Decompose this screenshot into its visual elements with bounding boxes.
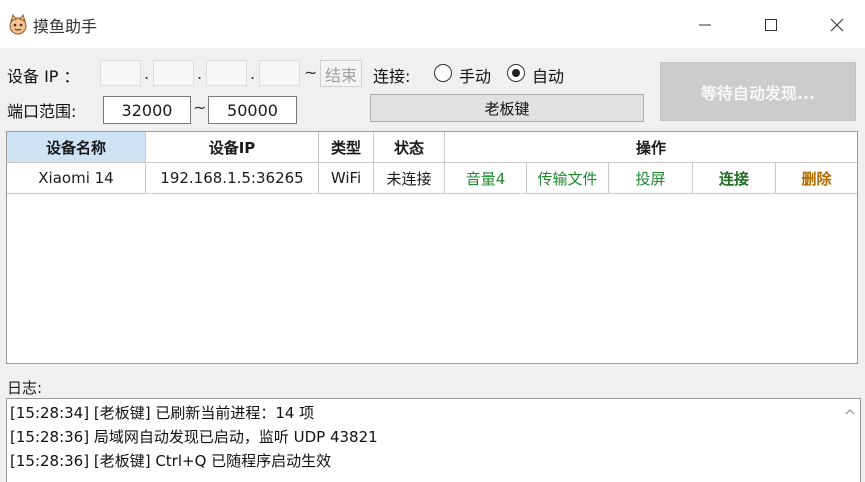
title-bar: 摸鱼助手 <box>0 0 865 48</box>
maximize-button[interactable] <box>754 10 788 40</box>
manual-radio[interactable] <box>434 64 452 82</box>
close-button[interactable] <box>820 10 854 40</box>
wait-auto-discover-button[interactable]: 等待自动发现... <box>660 62 856 121</box>
cell-device-name[interactable]: Xiaomi 14 <box>7 163 146 194</box>
port-start-input[interactable]: 32000 <box>103 96 191 124</box>
boss-key-button[interactable]: 老板键 <box>370 94 644 122</box>
radio-selected-dot <box>511 68 520 77</box>
log-line: [15:28:34] [老板键] 已刷新当前进程：14 项 <box>10 404 315 422</box>
auto-radio-label[interactable]: 自动 <box>532 63 564 87</box>
ip-octet-4-input[interactable] <box>259 60 300 86</box>
header-device-name[interactable]: 设备名称 <box>7 132 146 163</box>
log-line: [15:28:36] [老板键] Ctrl+Q 已随程序启动生效 <box>10 452 332 470</box>
ip-octet-1-input[interactable] <box>100 60 141 86</box>
port-range-label: 端口范围: <box>7 102 77 121</box>
log-line: [15:28:36] 局域网自动发现已启动，监听 UDP 43821 <box>10 428 378 446</box>
header-type[interactable]: 类型 <box>319 132 374 163</box>
ip-range-tilde: ~ <box>304 63 318 82</box>
screen-cast-button[interactable]: 投屏 <box>609 163 693 194</box>
delete-button[interactable]: 删除 <box>776 163 857 194</box>
volume-button[interactable]: 音量4 <box>445 163 527 194</box>
log-label: 日志: <box>7 379 43 397</box>
device-ip-label: 设备 IP ： <box>7 67 80 86</box>
end-ip-button[interactable]: 结束 <box>320 60 362 87</box>
port-end-input[interactable]: 50000 <box>208 96 297 124</box>
app-window: 摸鱼助手 设备 IP ： . . . ~ 结束 连接: 手动 自动 等待自动发现… <box>0 0 865 482</box>
window-title: 摸鱼助手 <box>33 17 98 36</box>
minimize-button[interactable] <box>688 10 722 40</box>
maximize-icon <box>763 17 779 33</box>
device-table: 设备名称 设备IP 类型 状态 操作 Xiaomi 14 192.168.1.5… <box>6 131 858 364</box>
connect-mode-label: 连接: <box>373 67 411 86</box>
header-device-ip[interactable]: 设备IP <box>146 132 319 163</box>
cell-status[interactable]: 未连接 <box>374 163 445 194</box>
ip-dot-2: . <box>197 64 203 83</box>
scroll-up-arrow-icon[interactable] <box>843 405 857 419</box>
minimize-icon <box>697 17 713 33</box>
ip-octet-2-input[interactable] <box>153 60 194 86</box>
ip-dot-3: . <box>250 64 256 83</box>
fish-cat-icon <box>7 13 29 36</box>
auto-radio[interactable] <box>507 64 525 82</box>
ip-octet-3-input[interactable] <box>206 60 247 86</box>
cell-type[interactable]: WiFi <box>319 163 374 194</box>
transfer-file-button[interactable]: 传输文件 <box>527 163 609 194</box>
header-status[interactable]: 状态 <box>374 132 445 163</box>
cell-device-ip[interactable]: 192.168.1.5:36265 <box>146 163 319 194</box>
ip-dot-1: . <box>144 64 150 83</box>
port-range-tilde: ~ <box>193 98 207 117</box>
connect-button[interactable]: 连接 <box>693 163 776 194</box>
log-textbox[interactable]: [15:28:34] [老板键] 已刷新当前进程：14 项 [15:28:36]… <box>6 398 861 482</box>
header-actions[interactable]: 操作 <box>445 132 857 163</box>
manual-radio-label[interactable]: 手动 <box>459 63 491 87</box>
close-icon <box>829 17 845 33</box>
